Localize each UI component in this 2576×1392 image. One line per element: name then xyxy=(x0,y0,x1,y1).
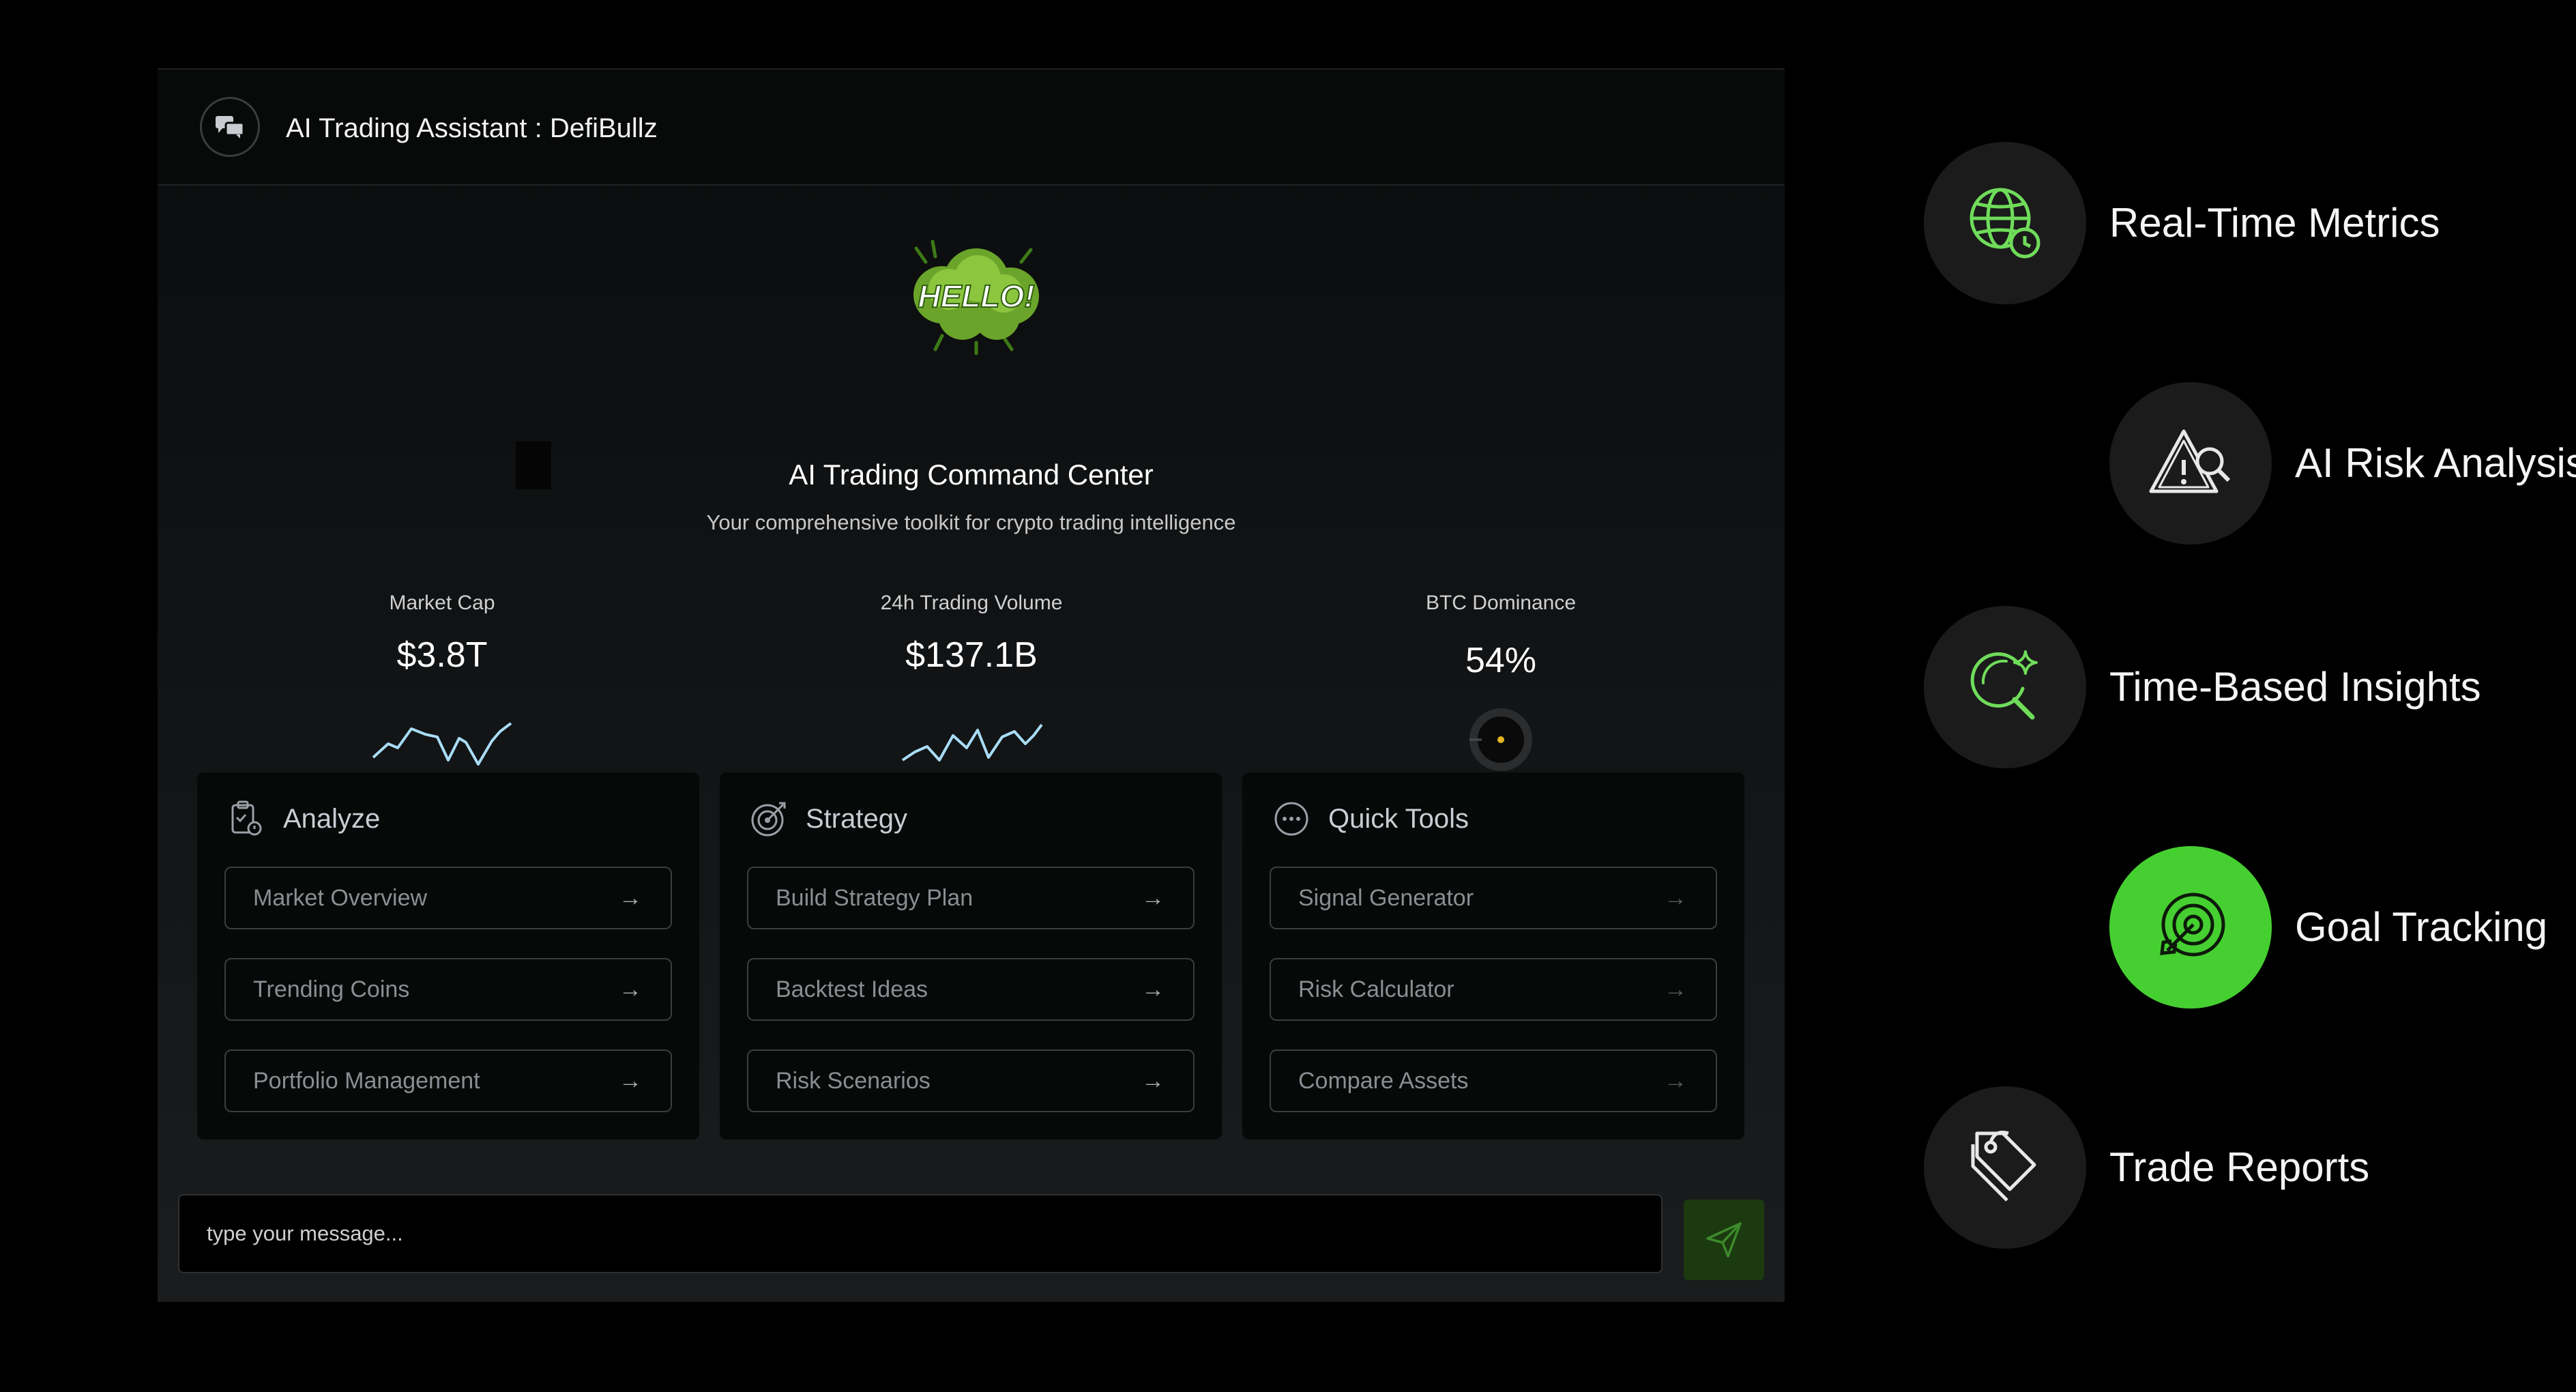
risk-calculator-button[interactable]: Risk Calculator → xyxy=(1270,958,1717,1021)
arrow-right-icon: → xyxy=(1664,976,1687,1002)
stat-label: BTC Dominance xyxy=(1425,592,1577,614)
feature-real-time-metrics[interactable]: Real-Time Metrics xyxy=(1924,142,2440,304)
card-title: Strategy xyxy=(806,804,907,834)
backtest-ideas-button[interactable]: Backtest Ideas → xyxy=(747,958,1195,1021)
stat-label: 24h Trading Volume xyxy=(880,592,1063,614)
compare-assets-button[interactable]: Compare Assets → xyxy=(1270,1049,1717,1112)
dots-circle-icon xyxy=(1271,798,1312,839)
quick-tools-card: Quick Tools Signal Generator → Risk Calc… xyxy=(1242,772,1744,1140)
sparkline-chart xyxy=(372,722,512,766)
panel-header: AI Trading Assistant : DefiBullz xyxy=(158,70,1785,186)
stat-market-cap: Market Cap $3.8T xyxy=(251,590,633,771)
chat-panel: AI Trading Assistant : DefiBullz HELLO! … xyxy=(158,68,1785,1302)
feature-label: Trade Reports xyxy=(2109,1144,2370,1190)
chat-bubbles-icon xyxy=(200,97,260,157)
warning-search-icon xyxy=(2109,382,2272,545)
send-icon xyxy=(1706,1222,1742,1258)
arrow-right-icon: → xyxy=(1141,884,1165,911)
sparkline-chart xyxy=(901,723,1043,762)
stat-value: $3.8T xyxy=(396,635,488,675)
feature-time-based-insights[interactable]: Time-Based Insights xyxy=(1924,606,2481,768)
feature-trade-reports[interactable]: Trade Reports xyxy=(1924,1086,2369,1249)
target-arrow-icon xyxy=(2109,846,2272,1009)
card-title: Analyze xyxy=(283,804,381,834)
risk-scenarios-button[interactable]: Risk Scenarios → xyxy=(747,1049,1195,1112)
tags-icon xyxy=(1924,1086,2086,1249)
feature-goal-tracking[interactable]: Goal Tracking xyxy=(2109,846,2547,1009)
stat-label: Market Cap xyxy=(389,592,495,614)
command-center-subtitle: Your comprehensive toolkit for crypto tr… xyxy=(706,510,1236,534)
arrow-right-icon: → xyxy=(1141,1067,1165,1094)
target-icon xyxy=(748,798,789,839)
feature-label: Goal Tracking xyxy=(2295,904,2548,950)
strategy-card: Strategy Build Strategy Plan → Backtest … xyxy=(720,772,1222,1140)
globe-clock-icon xyxy=(1924,142,2086,304)
signal-generator-button[interactable]: Signal Generator → xyxy=(1270,867,1717,929)
market-overview-button[interactable]: Market Overview → xyxy=(224,867,672,929)
hello-badge: HELLO! xyxy=(913,240,1039,356)
send-button[interactable] xyxy=(1684,1200,1764,1280)
analyze-icon xyxy=(226,798,267,839)
arrow-right-icon: → xyxy=(619,884,642,911)
hello-text: HELLO! xyxy=(918,278,1034,314)
page-title: AI Trading Assistant : DefiBullz xyxy=(286,113,658,143)
feature-ai-risk-analysis[interactable]: AI Risk Analysis xyxy=(2109,382,2576,545)
stat-value: $137.1B xyxy=(905,635,1038,675)
message-input-wrapper xyxy=(178,1194,1663,1273)
feature-label: AI Risk Analysis xyxy=(2295,440,2576,486)
stat-value: 54% xyxy=(1465,641,1537,680)
stat-trading-volume: 24h Trading Volume $137.1B xyxy=(780,590,1162,771)
arrow-right-icon: → xyxy=(1664,1067,1687,1094)
arrow-right-icon: → xyxy=(1664,884,1687,911)
trending-coins-button[interactable]: Trending Coins → xyxy=(224,958,672,1021)
stat-btc-dominance: BTC Dominance 54% xyxy=(1310,590,1692,774)
command-center-title: AI Trading Command Center xyxy=(789,459,1154,491)
arrow-right-icon: → xyxy=(619,976,642,1002)
card-title: Quick Tools xyxy=(1328,804,1469,834)
arrow-right-icon: → xyxy=(619,1067,642,1094)
feature-label: Time-Based Insights xyxy=(2109,664,2481,710)
feature-label: Real-Time Metrics xyxy=(2109,200,2440,246)
build-strategy-plan-button[interactable]: Build Strategy Plan → xyxy=(747,867,1195,929)
dominance-gauge xyxy=(1469,708,1532,771)
message-input[interactable] xyxy=(179,1195,1661,1272)
arrow-right-icon: → xyxy=(1141,976,1165,1002)
portfolio-management-button[interactable]: Portfolio Management → xyxy=(224,1049,672,1112)
analyze-card: Analyze Market Overview → Trending Coins… xyxy=(197,772,699,1140)
search-sparkle-icon xyxy=(1924,606,2086,768)
